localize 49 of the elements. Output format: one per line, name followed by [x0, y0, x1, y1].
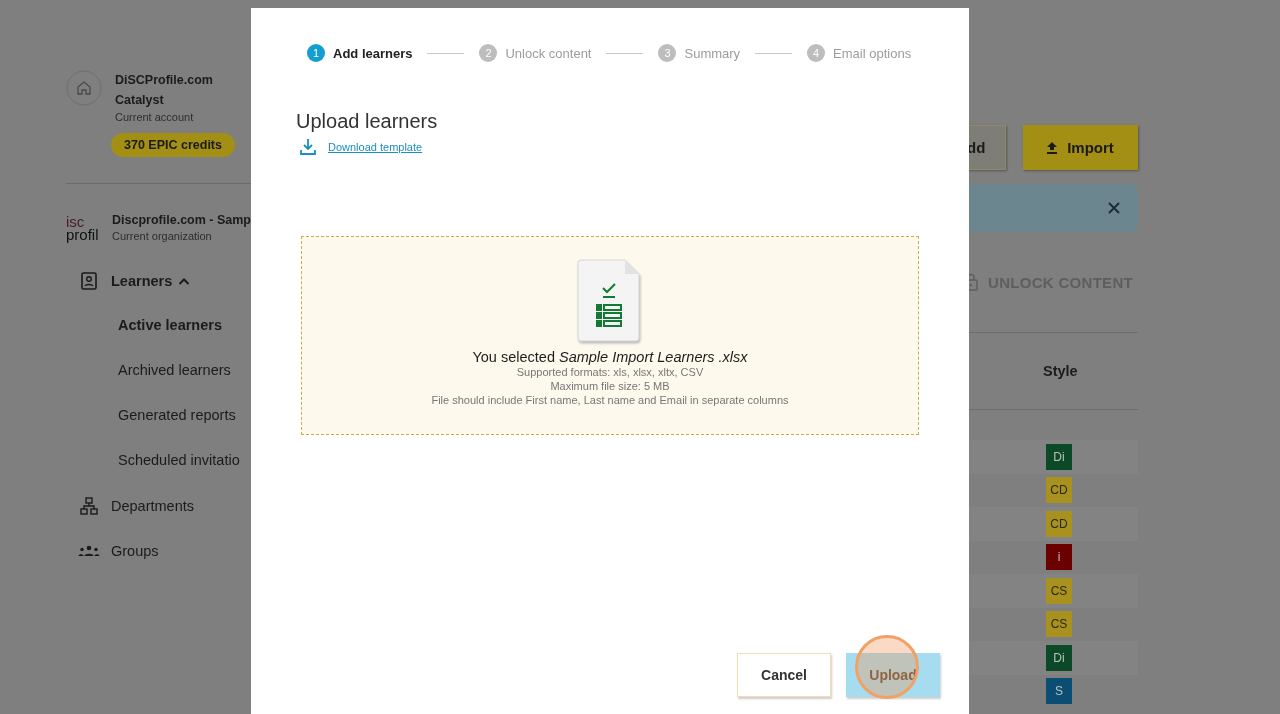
dialog-title: Upload learners [296, 110, 439, 133]
spreadsheet-file-icon [577, 259, 643, 343]
download-template-link[interactable]: Download template [328, 141, 423, 153]
nav-subitem[interactable]: Active learners [118, 303, 251, 348]
download-icon [299, 138, 317, 156]
step-label[interactable]: Unlock content [505, 45, 592, 61]
cancel-button[interactable]: Cancel [737, 653, 831, 697]
account-plan: Catalyst [115, 92, 165, 109]
selected-file-message: You selected Sample Import Learners .xlsx [472, 349, 748, 365]
style-badge: Di [1046, 644, 1072, 671]
nav-subitem[interactable]: Generated reports [118, 393, 251, 438]
account-name: DiSCProfile.com [115, 72, 213, 89]
upload-button[interactable]: Upload [846, 653, 940, 697]
close-icon[interactable] [1108, 202, 1120, 214]
nav-item[interactable]: Departments [79, 483, 251, 528]
style-badge: CD [1046, 510, 1072, 537]
home-icon [66, 70, 102, 106]
column-header: Style [1043, 363, 1078, 379]
style-badge: i [1046, 544, 1072, 571]
step-label[interactable]: Email options [833, 45, 912, 61]
style-badge: S [1046, 678, 1072, 705]
organization-name: Discprofile.com - Samp [112, 212, 251, 229]
step-number: 1 [307, 44, 325, 62]
style-badge: CS [1046, 611, 1072, 638]
account-caption: Current account [115, 110, 195, 125]
step-number: 3 [658, 44, 677, 62]
upload-hint: File should include First name, Last name and Email in separate columns [431, 393, 789, 407]
upload-hint: Supported formats: xls, xlsx, xltx, CSV [516, 365, 704, 379]
credits-badge: 370 EPIC credits [111, 133, 235, 157]
style-badge: CS [1046, 577, 1072, 604]
nav-subitem[interactable]: Archived learners [118, 348, 251, 393]
import-button[interactable]: Import [1023, 125, 1138, 170]
step-label[interactable]: Add learners [333, 45, 413, 61]
upload-icon [1047, 141, 1058, 154]
organization-logo: isc profil [66, 214, 100, 241]
hierarchy-icon [80, 496, 98, 515]
people-icon [78, 544, 100, 557]
step-number: 4 [807, 44, 826, 62]
organization-caption: Current organization [112, 229, 213, 244]
step-number: 2 [479, 44, 498, 62]
style-badge: Di [1046, 443, 1072, 470]
style-badge: CD [1046, 477, 1072, 504]
nav-item[interactable]: Learners [79, 258, 251, 303]
upload-hint: Maximum file size: 5 MB [550, 379, 670, 393]
drop-zone[interactable]: You selected Sample Import Learners .xlsx Supported formats: xls, xlsx, xltx, CSV Maximum file size: 5 MB File should include First name, Last name and Email in separate columns [301, 236, 919, 435]
step-label[interactable]: Summary [684, 45, 741, 61]
nav-subitem[interactable]: Scheduled invitatio [118, 438, 251, 483]
nav-item[interactable]: Groups [79, 528, 251, 573]
person-card-icon [81, 271, 97, 290]
